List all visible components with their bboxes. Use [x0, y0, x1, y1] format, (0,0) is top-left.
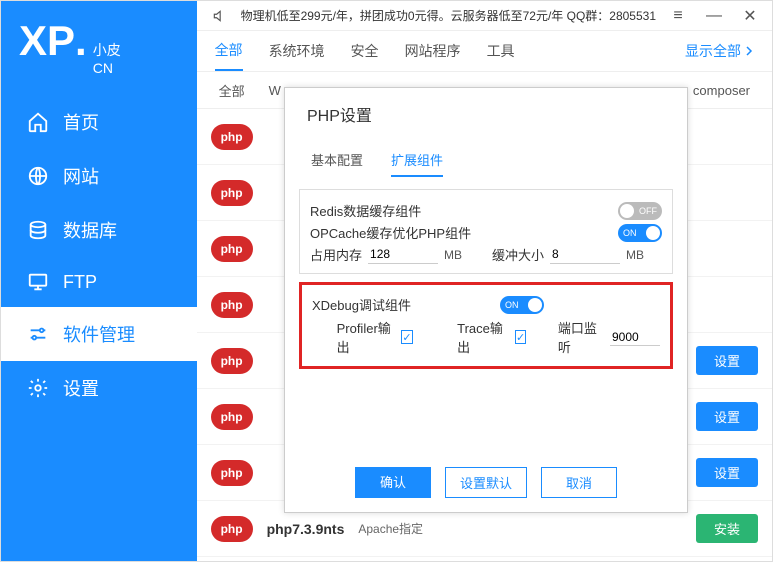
- show-all-button[interactable]: 显示全部: [685, 41, 754, 61]
- nav-label: 数据库: [63, 217, 117, 243]
- buf-unit: MB: [626, 248, 644, 262]
- row-action-button[interactable]: 设置: [696, 346, 758, 375]
- nav-item-home[interactable]: 首页: [1, 95, 197, 149]
- php-badge-icon: php: [211, 516, 253, 542]
- php-badge-icon: php: [211, 180, 253, 206]
- filter-composer[interactable]: composer: [685, 79, 758, 102]
- sidebar-nav: 首页网站数据库 FTP 软件管理设置: [1, 95, 197, 415]
- dialog-body: Redis数据缓存组件 OFF OPCache缓存优化PHP组件 ON 占用内存…: [285, 177, 687, 455]
- close-button[interactable]: ✕: [736, 6, 764, 26]
- top-nav: 全部系统环境安全网站程序工具 显示全部: [197, 31, 772, 71]
- profiler-label: Profiler输出: [337, 318, 391, 356]
- logo-dot: .: [75, 17, 87, 65]
- port-input[interactable]: [610, 328, 660, 346]
- mem-unit: MB: [444, 248, 462, 262]
- php-badge-icon: php: [211, 124, 253, 150]
- globe-icon: [27, 165, 49, 187]
- buf-input[interactable]: [550, 246, 620, 264]
- app-window: XP . 小皮 CN 首页网站数据库 FTP 软件管理设置 物理机低至299元/年，…: [0, 0, 773, 562]
- speaker-icon: [205, 6, 233, 26]
- filter-all[interactable]: 全部: [211, 77, 253, 104]
- nav-item-sliders[interactable]: 软件管理: [1, 307, 197, 361]
- minimize-button[interactable]: —: [700, 6, 728, 26]
- top-tab-2[interactable]: 安全: [351, 32, 379, 70]
- dialog-tab-basic[interactable]: 基本配置: [311, 144, 363, 177]
- row-action-button[interactable]: 安装: [696, 514, 758, 543]
- nav-label: FTP: [63, 272, 97, 293]
- mem-input[interactable]: [368, 246, 438, 264]
- xdebug-group: XDebug调试组件 ON Profiler输出 ✓ Trace输出 ✓ 端口监…: [299, 282, 673, 369]
- php-badge-icon: php: [211, 404, 253, 430]
- logo-sub: 小皮 CN: [93, 41, 121, 77]
- xdebug-toggle[interactable]: ON: [500, 296, 544, 314]
- sliders-icon: [27, 323, 49, 345]
- cache-group: Redis数据缓存组件 OFF OPCache缓存优化PHP组件 ON 占用内存…: [299, 189, 673, 274]
- row-action-button[interactable]: 设置: [696, 402, 758, 431]
- top-tab-0[interactable]: 全部: [215, 31, 243, 71]
- logo-sub-1: 小皮: [93, 41, 121, 59]
- php-badge-icon: php: [211, 292, 253, 318]
- home-icon: [27, 111, 49, 133]
- php-badge-icon: php: [211, 460, 253, 486]
- ok-button[interactable]: 确认: [355, 467, 431, 498]
- dialog-title: PHP设置: [285, 88, 687, 136]
- nav-item-ftp[interactable]: FTP: [1, 257, 197, 307]
- nav-label: 网站: [63, 163, 99, 189]
- xdebug-label: XDebug调试组件: [312, 295, 494, 314]
- profiler-checkbox[interactable]: ✓: [401, 330, 413, 344]
- opcache-toggle[interactable]: ON: [618, 224, 662, 242]
- trace-checkbox[interactable]: ✓: [515, 330, 527, 344]
- menu-button[interactable]: ≡: [664, 6, 692, 26]
- dialog-footer: 确认 设置默认 取消: [285, 455, 687, 512]
- logo-text-xp: XP: [19, 17, 75, 65]
- nav-item-globe[interactable]: 网站: [1, 149, 197, 203]
- php-badge-icon: php: [211, 236, 253, 262]
- db-icon: [27, 219, 49, 241]
- opcache-label: OPCache缓存优化PHP组件: [310, 223, 612, 242]
- chevron-right-icon: [744, 46, 754, 56]
- redis-toggle[interactable]: OFF: [618, 202, 662, 220]
- top-tab-1[interactable]: 系统环境: [269, 32, 325, 70]
- nav-label: 首页: [63, 109, 99, 135]
- nav-item-db[interactable]: 数据库: [1, 203, 197, 257]
- logo-sub-2: CN: [93, 59, 121, 77]
- row-name: php7.3.9nts: [267, 521, 345, 537]
- top-tab-4[interactable]: 工具: [487, 32, 515, 70]
- dialog-tab-ext[interactable]: 扩展组件: [391, 144, 443, 177]
- top-tab-3[interactable]: 网站程序: [405, 32, 461, 70]
- announce-text: 物理机低至299元/年，拼团成功0元得。云服务器低至72元/年 QQ群：2805…: [241, 7, 656, 24]
- sidebar: XP . 小皮 CN 首页网站数据库 FTP 软件管理设置: [1, 1, 197, 561]
- cancel-button[interactable]: 取消: [541, 467, 617, 498]
- mem-label: 占用内存: [310, 245, 362, 264]
- titlebar: 物理机低至299元/年，拼团成功0元得。云服务器低至72元/年 QQ群：2805…: [197, 1, 772, 31]
- dialog-tabs: 基本配置 扩展组件: [285, 144, 687, 177]
- row-action-button[interactable]: 设置: [696, 458, 758, 487]
- default-button[interactable]: 设置默认: [445, 467, 527, 498]
- nav-label: 软件管理: [63, 321, 135, 347]
- buf-label: 缓冲大小: [492, 245, 544, 264]
- show-all-label: 显示全部: [685, 41, 741, 61]
- port-label: 端口监听: [558, 318, 600, 356]
- redis-label: Redis数据缓存组件: [310, 201, 612, 220]
- nav-item-gear[interactable]: 设置: [1, 361, 197, 415]
- php-settings-dialog: PHP设置 基本配置 扩展组件 Redis数据缓存组件 OFF OPCache缓…: [284, 87, 688, 513]
- row-sub: Apache指定: [358, 520, 423, 537]
- logo: XP . 小皮 CN: [1, 9, 197, 95]
- gear-icon: [27, 377, 49, 399]
- trace-label: Trace输出: [457, 318, 505, 356]
- nav-label: 设置: [63, 375, 99, 401]
- ftp-icon: [27, 271, 49, 293]
- php-badge-icon: php: [211, 348, 253, 374]
